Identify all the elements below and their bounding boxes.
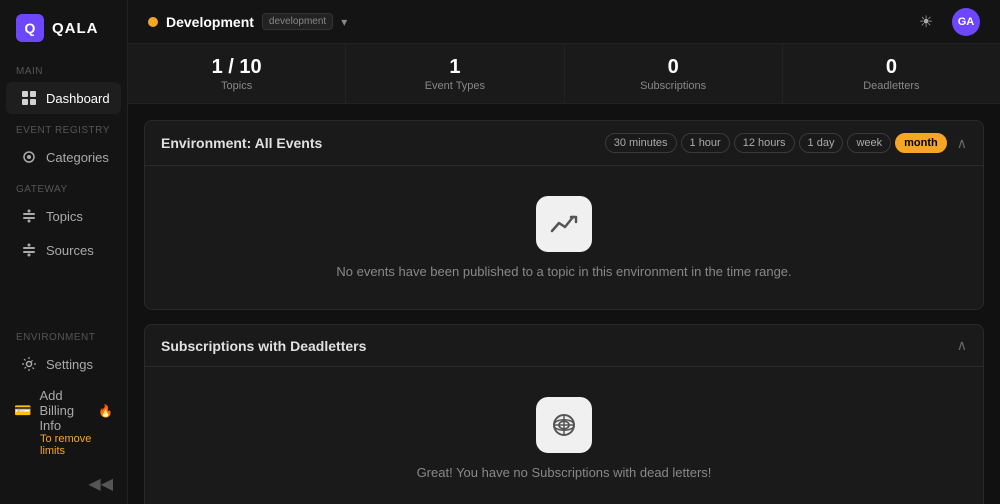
deadletters-empty-icon (536, 397, 592, 453)
stat-event-types: 1 Event Types (346, 44, 564, 103)
all-events-empty-state: No events have been published to a topic… (145, 166, 983, 309)
dashboard-icon (20, 89, 38, 107)
stat-deadletters-label: Deadletters (863, 80, 919, 92)
all-events-empty-icon (536, 196, 592, 252)
topbar-left: Development development ▾ (148, 13, 347, 30)
all-events-section: Environment: All Events 30 minutes 1 hou… (144, 120, 984, 310)
logo-icon: Q (16, 14, 44, 42)
sidebar-item-sources[interactable]: Sources (6, 234, 121, 266)
sidebar-item-topics-label: Topics (46, 209, 83, 224)
categories-icon (20, 148, 38, 166)
stat-topics-label: Topics (221, 80, 252, 92)
topbar-right: ☀ GA (912, 8, 980, 36)
main-content: Development development ▾ ☀ GA 1 / 10 To… (128, 0, 1000, 504)
environment-label: Environment (0, 322, 127, 347)
env-status-dot (148, 17, 158, 27)
sidebar-item-settings-label: Settings (46, 357, 93, 372)
time-filters: 30 minutes 1 hour 12 hours 1 day week mo… (605, 133, 947, 153)
stat-topics-value: 1 / 10 (212, 56, 262, 79)
sidebar-item-dashboard-label: Dashboard (46, 91, 110, 106)
settings-icon (20, 355, 38, 373)
sidebar-bottom: Environment Settings 💳 Add Billing Info … (0, 322, 127, 504)
topbar: Development development ▾ ☀ GA (128, 0, 1000, 44)
sidebar-item-settings[interactable]: Settings (6, 348, 121, 380)
content-body: Environment: All Events 30 minutes 1 hou… (128, 104, 1000, 504)
stat-subscriptions-label: Subscriptions (640, 80, 706, 92)
sidebar-item-categories[interactable]: Categories (6, 141, 121, 173)
sidebar-item-categories-label: Categories (46, 150, 109, 165)
stat-event-types-value: 1 (449, 56, 460, 79)
stat-topics: 1 / 10 Topics (128, 44, 346, 103)
deadletters-title: Subscriptions with Deadletters (161, 338, 366, 354)
sidebar-collapse[interactable]: ◀◀ (0, 464, 127, 504)
billing-card-icon: 💳 (14, 402, 31, 419)
stat-event-types-label: Event Types (425, 80, 485, 92)
user-avatar[interactable]: GA (952, 8, 980, 36)
theme-toggle-button[interactable]: ☀ (912, 8, 940, 36)
deadletters-section: Subscriptions with Deadletters ∧ Great! … (144, 324, 984, 504)
deadletters-empty-text: Great! You have no Subscriptions with de… (417, 465, 712, 480)
env-badge: development (262, 13, 333, 30)
env-name: Development (166, 14, 254, 30)
main-section-label: Main (0, 56, 127, 81)
stat-deadletters-value: 0 (886, 56, 897, 79)
gateway-label: Gateway (0, 174, 127, 199)
deadletters-collapse-icon[interactable]: ∧ (957, 337, 967, 354)
collapse-icon[interactable]: ◀◀ (88, 474, 113, 494)
time-filter-month[interactable]: month (895, 133, 947, 153)
all-events-collapse-icon[interactable]: ∧ (957, 135, 967, 152)
billing-info-item[interactable]: 💳 Add Billing Info 🔥 To remove limits (0, 381, 127, 464)
all-events-empty-text: No events have been published to a topic… (336, 264, 791, 279)
billing-sub-label: To remove limits (14, 433, 113, 457)
topics-icon (20, 207, 38, 225)
deadletters-empty-state: Great! You have no Subscriptions with de… (145, 367, 983, 504)
logo: Q QALA (0, 0, 127, 56)
billing-label: Add Billing Info (39, 388, 90, 433)
time-filter-30min[interactable]: 30 minutes (605, 133, 677, 153)
event-registry-label: Event Registry (0, 115, 127, 140)
time-filter-week[interactable]: week (847, 133, 891, 153)
sidebar-item-topics[interactable]: Topics (6, 200, 121, 232)
time-filter-1hour[interactable]: 1 hour (681, 133, 730, 153)
deadletters-header: Subscriptions with Deadletters ∧ (145, 325, 983, 367)
sources-icon (20, 241, 38, 259)
env-chevron-icon[interactable]: ▾ (341, 15, 347, 29)
sidebar: Q QALA Main Dashboard Event Registry Cat… (0, 0, 128, 504)
time-filter-1day[interactable]: 1 day (799, 133, 844, 153)
time-filter-12hours[interactable]: 12 hours (734, 133, 795, 153)
stat-deadletters: 0 Deadletters (783, 44, 1000, 103)
stat-subscriptions: 0 Subscriptions (565, 44, 783, 103)
sidebar-item-dashboard[interactable]: Dashboard (6, 82, 121, 114)
stats-row: 1 / 10 Topics 1 Event Types 0 Subscripti… (128, 44, 1000, 104)
all-events-header: Environment: All Events 30 minutes 1 hou… (145, 121, 983, 166)
billing-power-icon: 🔥 (98, 404, 113, 418)
sidebar-item-sources-label: Sources (46, 243, 94, 258)
logo-text: QALA (52, 20, 99, 37)
all-events-title: Environment: All Events (161, 135, 322, 151)
stat-subscriptions-value: 0 (668, 56, 679, 79)
